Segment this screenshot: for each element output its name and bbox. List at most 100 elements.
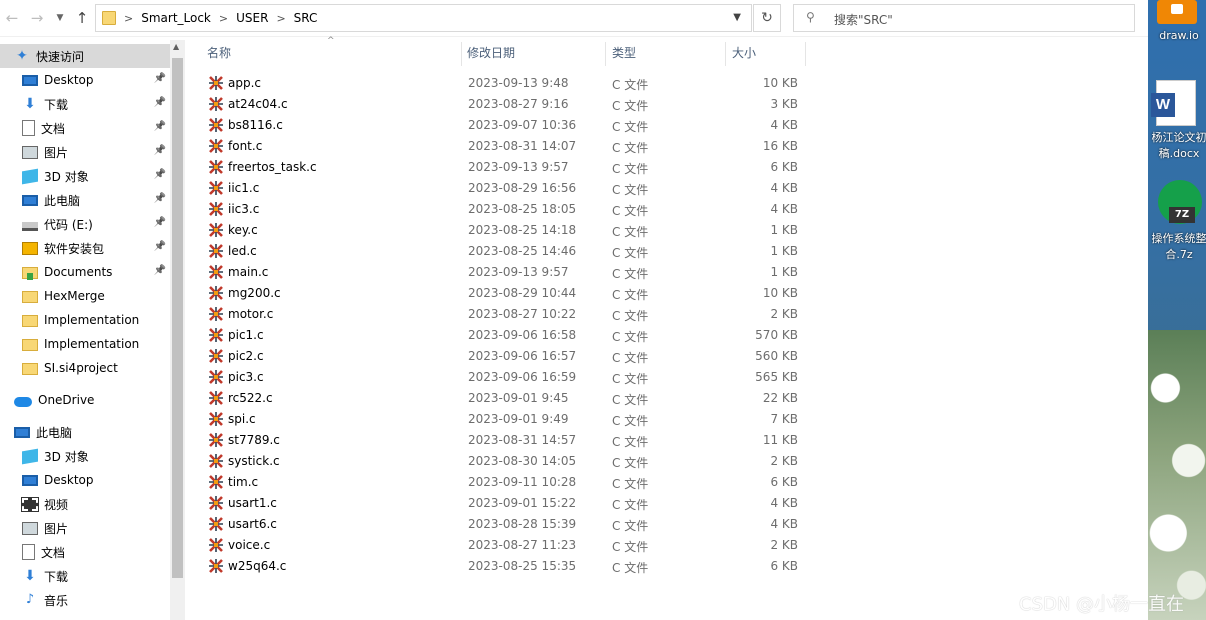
- breadcrumb-item[interactable]: SRC: [294, 11, 318, 25]
- nav-item[interactable]: 图片: [0, 516, 170, 540]
- refresh-button[interactable]: ↻: [753, 4, 781, 32]
- folder-icon: [22, 315, 38, 327]
- file-modified-date: 2023-09-01 9:49: [468, 412, 569, 426]
- nav-item[interactable]: Documents 📌: [0, 260, 170, 284]
- nav-item[interactable]: 3D 对象: [0, 444, 170, 468]
- nav-item[interactable]: ✦ 快速访问: [0, 44, 170, 68]
- up-arrow-icon[interactable]: ↑: [72, 8, 92, 28]
- file-row[interactable]: at24c04.c 2023-08-27 9:16 C 文件 3 KB: [185, 94, 825, 115]
- nav-item[interactable]: 图片 📌: [0, 140, 170, 164]
- nav-item[interactable]: ⬇ 下载 📌: [0, 92, 170, 116]
- nav-item[interactable]: 文档: [0, 540, 170, 564]
- file-row[interactable]: iic3.c 2023-08-25 18:05 C 文件 4 KB: [185, 199, 825, 220]
- column-divider[interactable]: [725, 42, 726, 66]
- file-size: 16 KB: [762, 139, 798, 153]
- recent-locations-chevron-icon[interactable]: ▼: [50, 8, 70, 28]
- nav-item[interactable]: SI.si4project: [0, 356, 170, 380]
- chevron-down-icon[interactable]: ▼: [733, 12, 741, 23]
- file-size: 565 KB: [755, 370, 798, 384]
- file-row[interactable]: iic1.c 2023-08-29 16:56 C 文件 4 KB: [185, 178, 825, 199]
- column-divider[interactable]: [461, 42, 462, 66]
- file-row[interactable]: w25q64.c 2023-08-25 15:35 C 文件 6 KB: [185, 556, 825, 577]
- file-row[interactable]: main.c 2023-09-13 9:57 C 文件 1 KB: [185, 262, 825, 283]
- nav-item[interactable]: 3D 对象 📌: [0, 164, 170, 188]
- column-header-name[interactable]: 名称: [207, 40, 457, 66]
- file-row[interactable]: pic3.c 2023-09-06 16:59 C 文件 565 KB: [185, 367, 825, 388]
- breadcrumb-chevron-icon[interactable]: >: [276, 12, 285, 25]
- file-modified-date: 2023-09-13 9:57: [468, 265, 569, 279]
- desktop-label-7z-2[interactable]: 合.7z: [1148, 248, 1206, 262]
- breadcrumb-item[interactable]: USER: [236, 11, 268, 25]
- file-row[interactable]: pic1.c 2023-09-06 16:58 C 文件 570 KB: [185, 325, 825, 346]
- breadcrumb-item[interactable]: Smart_Lock: [141, 11, 211, 25]
- picture-icon: [22, 145, 38, 159]
- nav-item[interactable]: 此电脑: [0, 420, 170, 444]
- file-row[interactable]: st7789.c 2023-08-31 14:57 C 文件 11 KB: [185, 430, 825, 451]
- file-row[interactable]: key.c 2023-08-25 14:18 C 文件 1 KB: [185, 220, 825, 241]
- column-header-type[interactable]: 类型: [612, 40, 712, 66]
- desktop-label-drawio[interactable]: draw.io: [1148, 29, 1206, 43]
- nav-item[interactable]: 此电脑 📌: [0, 188, 170, 212]
- file-row[interactable]: mg200.c 2023-08-29 10:44 C 文件 10 KB: [185, 283, 825, 304]
- file-modified-date: 2023-08-25 15:35: [468, 559, 577, 573]
- file-row[interactable]: rc522.c 2023-09-01 9:45 C 文件 22 KB: [185, 388, 825, 409]
- file-row[interactable]: motor.c 2023-08-27 10:22 C 文件 2 KB: [185, 304, 825, 325]
- scroll-up-arrow-icon[interactable]: ▲: [173, 42, 179, 51]
- file-name: app.c: [228, 76, 261, 90]
- file-row[interactable]: app.c 2023-09-13 9:48 C 文件 10 KB: [185, 73, 825, 94]
- c-source-file-icon: [209, 412, 223, 426]
- file-row[interactable]: led.c 2023-08-25 14:46 C 文件 1 KB: [185, 241, 825, 262]
- refresh-icon: ↻: [761, 10, 773, 26]
- file-row[interactable]: bs8116.c 2023-09-07 10:36 C 文件 4 KB: [185, 115, 825, 136]
- nav-item[interactable]: OneDrive: [0, 388, 170, 412]
- file-row[interactable]: pic2.c 2023-09-06 16:57 C 文件 560 KB: [185, 346, 825, 367]
- c-source-file-icon: [209, 244, 223, 258]
- nav-item[interactable]: ⬇ 下载: [0, 564, 170, 588]
- column-divider[interactable]: [805, 42, 806, 66]
- file-row[interactable]: spi.c 2023-09-01 9:49 C 文件 7 KB: [185, 409, 825, 430]
- pin-icon: 📌: [153, 97, 166, 108]
- file-row[interactable]: voice.c 2023-08-27 11:23 C 文件 2 KB: [185, 535, 825, 556]
- desktop-label-7z-1[interactable]: 操作系统整: [1148, 232, 1206, 246]
- file-type: C 文件: [612, 540, 649, 554]
- column-divider[interactable]: [605, 42, 606, 66]
- desktop-label-word-1[interactable]: 杨江论文初: [1148, 131, 1206, 145]
- nav-item[interactable]: 视频: [0, 492, 170, 516]
- file-row[interactable]: freertos_task.c 2023-09-13 9:57 C 文件 6 KB: [185, 157, 825, 178]
- back-arrow-icon[interactable]: ←: [2, 8, 22, 28]
- column-header-date[interactable]: 修改日期: [467, 40, 597, 66]
- forward-arrow-icon[interactable]: →: [27, 8, 47, 28]
- breadcrumb-chevron-icon[interactable]: >: [219, 12, 228, 25]
- file-row[interactable]: usart1.c 2023-09-01 15:22 C 文件 4 KB: [185, 493, 825, 514]
- search-box[interactable]: ⚲ 搜索"SRC": [793, 4, 1135, 32]
- nav-item[interactable]: Desktop 📌: [0, 68, 170, 92]
- scrollbar-thumb[interactable]: [172, 58, 183, 578]
- word-document-icon[interactable]: W: [1151, 80, 1196, 126]
- navigation-scrollbar[interactable]: ▲: [170, 40, 185, 620]
- c-source-file-icon: [209, 496, 223, 510]
- nav-item[interactable]: 代码 (E:) 📌: [0, 212, 170, 236]
- address-bar[interactable]: > Smart_Lock > USER > SRC ▼: [95, 4, 752, 32]
- desktop-label-word-2[interactable]: 稿.docx: [1148, 147, 1206, 161]
- file-row[interactable]: usart6.c 2023-08-28 15:39 C 文件 4 KB: [185, 514, 825, 535]
- drawio-icon[interactable]: [1157, 0, 1197, 24]
- nav-item[interactable]: HexMerge: [0, 284, 170, 308]
- file-name: st7789.c: [228, 433, 280, 447]
- c-source-file-icon: [209, 307, 223, 321]
- 7z-archive-icon[interactable]: 7Z: [1158, 180, 1202, 224]
- nav-item[interactable]: 文档 📌: [0, 116, 170, 140]
- nav-item[interactable]: 软件安装包 📌: [0, 236, 170, 260]
- nav-item[interactable]: Desktop: [0, 468, 170, 492]
- file-row[interactable]: systick.c 2023-08-30 14:05 C 文件 2 KB: [185, 451, 825, 472]
- nav-item[interactable]: ♪ 音乐: [0, 588, 170, 612]
- column-header-size[interactable]: 大小: [732, 40, 802, 66]
- nav-item[interactable]: Implementation: [0, 332, 170, 356]
- file-size: 2 KB: [770, 307, 798, 321]
- video-icon: [21, 496, 39, 512]
- file-row[interactable]: tim.c 2023-09-11 10:28 C 文件 6 KB: [185, 472, 825, 493]
- file-name: iic3.c: [228, 202, 260, 216]
- nav-item[interactable]: Implementation: [0, 308, 170, 332]
- file-size: 1 KB: [770, 265, 798, 279]
- breadcrumb-chevron-icon[interactable]: >: [124, 12, 133, 25]
- file-row[interactable]: font.c 2023-08-31 14:07 C 文件 16 KB: [185, 136, 825, 157]
